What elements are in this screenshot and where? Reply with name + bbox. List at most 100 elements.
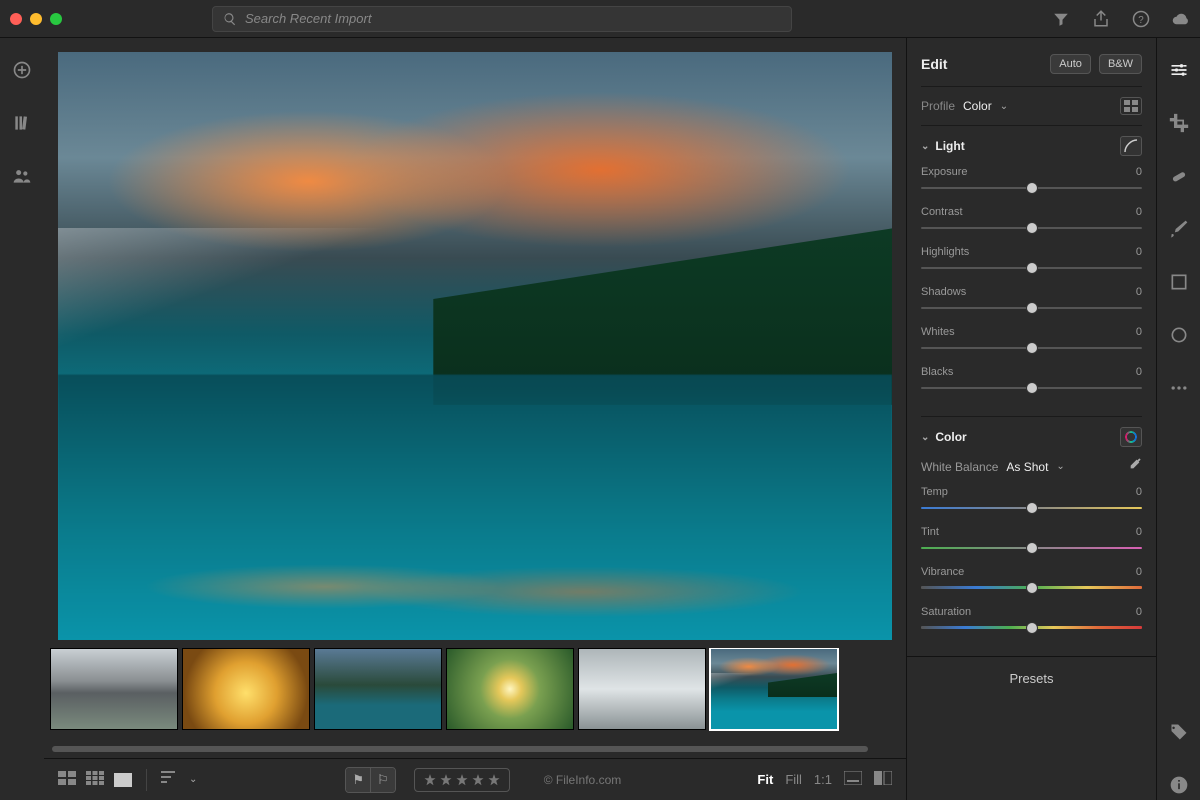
sort-dropdown-icon[interactable]: ⌄ <box>189 774 197 785</box>
radial-gradient-icon[interactable] <box>1169 325 1189 350</box>
compare-icon[interactable] <box>874 771 892 788</box>
minimize-window-button[interactable] <box>30 13 42 25</box>
zoom-fit[interactable]: Fit <box>757 772 773 787</box>
library-icon[interactable] <box>12 113 32 138</box>
profile-browser-icon[interactable] <box>1120 97 1142 115</box>
view-small-grid-icon[interactable] <box>86 771 104 788</box>
auto-button[interactable]: Auto <box>1050 54 1091 74</box>
slider-whites[interactable]: Whites0 <box>921 326 1142 354</box>
tag-icon[interactable] <box>1169 722 1189 747</box>
chevron-down-icon: ⌄ <box>921 141 929 152</box>
slider-tint[interactable]: Tint 0 <box>921 526 1142 554</box>
slider-label: Tint <box>921 526 939 538</box>
view-grid-icon[interactable] <box>58 771 76 788</box>
view-single-icon[interactable] <box>114 773 132 787</box>
thumbnail[interactable] <box>182 648 310 730</box>
color-title: Color <box>935 430 966 444</box>
slider-value: 0 <box>1136 246 1142 258</box>
slider-knob[interactable] <box>1026 262 1038 274</box>
slider-value: 0 <box>1136 206 1142 218</box>
thumbnail[interactable] <box>446 648 574 730</box>
slider-knob[interactable] <box>1026 502 1038 514</box>
watermark-text: © FileInfo.com <box>544 773 622 787</box>
slider-label: Contrast <box>921 206 963 218</box>
flag-reject-icon[interactable]: ⚐ <box>370 768 395 792</box>
light-title: Light <box>935 139 964 153</box>
slider-value: 0 <box>1136 526 1142 538</box>
healing-brush-icon[interactable] <box>1169 166 1189 191</box>
thumbnail[interactable] <box>578 648 706 730</box>
slider-highlights[interactable]: Highlights0 <box>921 246 1142 274</box>
title-bar: Search Recent Import ? <box>0 0 1200 38</box>
profile-value[interactable]: Color <box>963 99 992 113</box>
slider-knob[interactable] <box>1026 582 1038 594</box>
slider-knob[interactable] <box>1026 622 1038 634</box>
slider-value: 0 <box>1136 366 1142 378</box>
slider-knob[interactable] <box>1026 342 1038 354</box>
slider-exposure[interactable]: Exposure0 <box>921 166 1142 194</box>
svg-text:?: ? <box>1138 14 1144 25</box>
show-original-icon[interactable] <box>844 771 862 788</box>
slider-blacks[interactable]: Blacks0 <box>921 366 1142 394</box>
maximize-window-button[interactable] <box>50 13 62 25</box>
slider-temp[interactable]: Temp 0 <box>921 486 1142 514</box>
linear-gradient-icon[interactable] <box>1169 272 1189 297</box>
slider-shadows[interactable]: Shadows0 <box>921 286 1142 314</box>
color-mixer-icon[interactable] <box>1120 427 1142 447</box>
edit-sliders-icon[interactable] <box>1169 60 1189 85</box>
slider-saturation[interactable]: Saturation0 <box>921 606 1142 634</box>
zoom-1to1[interactable]: 1:1 <box>814 772 832 787</box>
search-placeholder: Search Recent Import <box>245 11 371 26</box>
slider-label: Temp <box>921 486 948 498</box>
chevron-down-icon[interactable]: ⌄ <box>1056 461 1064 472</box>
search-input[interactable]: Search Recent Import <box>212 6 792 32</box>
edit-panel-title: Edit <box>921 56 1042 72</box>
window-controls <box>10 13 62 25</box>
presets-header[interactable]: Presets <box>907 656 1156 700</box>
light-section-header[interactable]: ⌄ Light <box>921 136 1142 156</box>
thumbnail[interactable] <box>314 648 442 730</box>
slider-label: Shadows <box>921 286 966 298</box>
filmstrip-scrollbar[interactable] <box>52 744 898 754</box>
search-icon <box>223 12 237 26</box>
slider-label: Whites <box>921 326 955 338</box>
share-icon[interactable] <box>1092 10 1110 28</box>
slider-value: 0 <box>1136 606 1142 618</box>
slider-vibrance[interactable]: Vibrance0 <box>921 566 1142 594</box>
slider-knob[interactable] <box>1026 542 1038 554</box>
brush-icon[interactable] <box>1169 219 1189 244</box>
slider-knob[interactable] <box>1026 222 1038 234</box>
slider-contrast[interactable]: Contrast 0 <box>921 206 1142 234</box>
slider-knob[interactable] <box>1026 302 1038 314</box>
tone-curve-icon[interactable] <box>1120 136 1142 156</box>
bw-button[interactable]: B&W <box>1099 54 1142 74</box>
color-section-header[interactable]: ⌄ Color <box>921 427 1142 447</box>
thumbnail-selected[interactable] <box>710 648 838 730</box>
close-window-button[interactable] <box>10 13 22 25</box>
chevron-down-icon[interactable]: ⌄ <box>1000 101 1008 112</box>
profile-label: Profile <box>921 99 955 113</box>
right-toolbar <box>1156 38 1200 800</box>
slider-knob[interactable] <box>1026 182 1038 194</box>
white-balance-value[interactable]: As Shot <box>1006 460 1048 474</box>
zoom-fill[interactable]: Fill <box>785 772 802 787</box>
edit-panel: Edit Auto B&W Profile Color ⌄ ⌄ Light Ex… <box>906 38 1156 800</box>
cloud-sync-icon[interactable] <box>1172 10 1190 28</box>
more-icon[interactable] <box>1169 378 1189 403</box>
crop-icon[interactable] <box>1169 113 1189 138</box>
slider-value: 0 <box>1136 486 1142 498</box>
slider-value: 0 <box>1136 166 1142 178</box>
photo-canvas[interactable] <box>58 52 892 640</box>
info-icon[interactable] <box>1169 775 1189 800</box>
sort-icon[interactable] <box>161 771 179 788</box>
add-photos-icon[interactable] <box>12 60 32 85</box>
eyedropper-icon[interactable] <box>1126 457 1142 476</box>
help-icon[interactable]: ? <box>1132 10 1150 28</box>
flag-pick-icon[interactable]: ⚑ <box>346 768 370 792</box>
people-icon[interactable] <box>12 166 32 191</box>
left-sidebar <box>0 38 44 800</box>
rating-stars[interactable] <box>414 768 510 792</box>
filter-icon[interactable] <box>1052 10 1070 28</box>
thumbnail[interactable] <box>50 648 178 730</box>
slider-knob[interactable] <box>1026 382 1038 394</box>
